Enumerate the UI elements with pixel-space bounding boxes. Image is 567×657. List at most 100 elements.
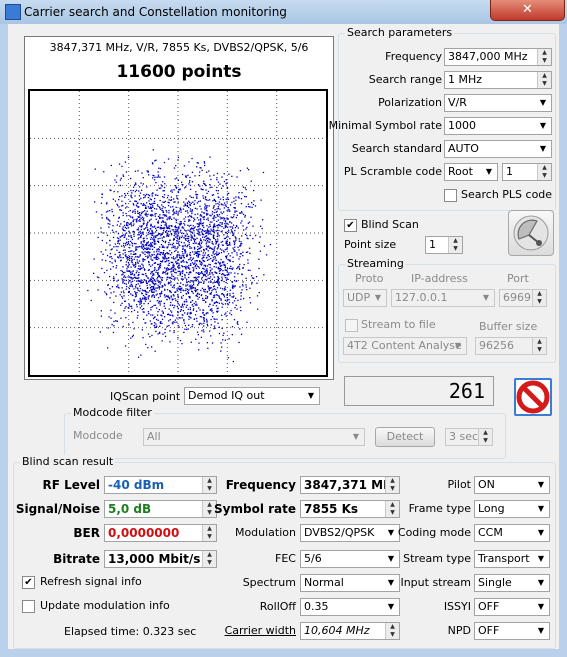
spectrum-value: Normal [304, 576, 344, 589]
spin-arrows-icon[interactable]: ▲ ▼ [532, 338, 546, 354]
rolloff-value: 0.35 [304, 600, 329, 613]
spin-arrows-icon[interactable]: ▲ ▼ [537, 49, 551, 65]
spin-arrows-icon[interactable]: ▲ ▼ [537, 164, 551, 180]
polarization-select[interactable]: V/R ▼ [444, 94, 552, 112]
spin-arrows-icon[interactable]: ▲ ▼ [532, 290, 546, 306]
chevron-down-icon: ▼ [537, 504, 545, 513]
modcode-value: All [147, 430, 161, 443]
rolloff-select[interactable]: 0.35 ▼ [300, 598, 400, 616]
modcode-filter-group: Modcode filter Modcode All ▼ Detect 3 sec… [64, 406, 506, 459]
spin-arrows-icon[interactable]: ▲ ▼ [537, 72, 551, 88]
bitrate-label: Bitrate [53, 552, 100, 566]
rf-level-label: RF Level [42, 478, 100, 492]
blind-scan-result-title: Blind scan result [20, 455, 116, 468]
search-pls-checkbox[interactable] [444, 189, 457, 202]
spectrum-select[interactable]: Normal ▼ [300, 574, 400, 592]
pilot-select[interactable]: ON ▼ [474, 476, 550, 494]
min-symbol-rate-select[interactable]: 1000 ▼ [444, 117, 552, 135]
frame-type-select[interactable]: Long ▼ [474, 500, 550, 518]
coding-mode-select[interactable]: CCM ▼ [474, 524, 550, 542]
chevron-down-icon: ▼ [537, 554, 545, 563]
proto-label: Proto [355, 272, 384, 285]
stream-to-file-checkbox[interactable] [345, 319, 358, 332]
ber-field: 0,0000000 ▲ ▼ [104, 524, 217, 542]
chevron-down-icon: ▼ [537, 602, 545, 611]
spin-arrows-icon[interactable]: ▲ ▼ [448, 237, 462, 253]
issyi-select[interactable]: OFF ▼ [474, 598, 550, 616]
no-entry-icon [516, 380, 550, 414]
rf-level-value: -40 dBm [108, 478, 165, 492]
modulation-select[interactable]: DVBS2/QPSK ▼ [300, 524, 400, 542]
spin-arrows-icon[interactable]: ▲ ▼ [202, 525, 216, 541]
point-size-stepper[interactable]: 1 ▲ ▼ [425, 236, 463, 254]
spin-arrows-icon[interactable]: ▲ ▼ [202, 551, 216, 567]
search-range-input[interactable]: 1 MHz ▲ ▼ [444, 71, 552, 89]
close-button[interactable]: ✕ [490, 0, 565, 21]
port-stepper[interactable]: 6969 ▲ ▼ [499, 289, 547, 307]
stream-to-file-label: Stream to file [361, 318, 436, 331]
frequency-input[interactable]: 3847,000 MHz ▲ ▼ [444, 48, 552, 66]
pl-scramble-code-input[interactable]: 1 ▲ ▼ [502, 163, 552, 181]
update-modulation-checkbox[interactable] [22, 600, 35, 613]
bitrate-value: 13,000 Mbit/s [108, 552, 201, 566]
blind-scan-result-group: Blind scan result RF Level -40 dBm ▲ ▼ Sig… [13, 455, 556, 649]
chevron-down-icon: ▼ [387, 602, 395, 611]
constellation-plot [28, 89, 328, 377]
carrier-width-label[interactable]: Carrier width [225, 624, 296, 637]
buffer-size-stepper[interactable]: 96256 ▲ ▼ [475, 337, 547, 355]
spin-arrows-icon[interactable]: ▲ ▼ [385, 501, 399, 517]
npd-select[interactable]: OFF ▼ [474, 622, 550, 640]
npd-label: NPD [447, 624, 471, 637]
stop-scan-button[interactable] [514, 378, 552, 416]
chevron-down-icon: ▼ [539, 144, 547, 153]
spin-arrows-icon[interactable]: ▲ ▼ [202, 477, 216, 493]
refresh-signal-checkbox[interactable]: ✔ [22, 576, 35, 589]
stream-type-select[interactable]: Transport ▼ [474, 550, 550, 568]
bitrate-field: 13,000 Mbit/s ▲ ▼ [104, 550, 217, 568]
polarization-label: Polarization [378, 96, 442, 109]
search-standard-select[interactable]: AUTO ▼ [444, 140, 552, 158]
pl-scramble-type-select[interactable]: Root ▼ [444, 163, 498, 181]
search-standard-label: Search standard [351, 142, 442, 155]
iqscan-select[interactable]: Demod IQ out ▼ [184, 387, 320, 405]
input-stream-value: Single [478, 576, 512, 589]
ber-label: BER [73, 526, 100, 540]
ip-address-label: IP-address [411, 272, 468, 285]
spin-arrows-icon[interactable]: ▲ ▼ [385, 477, 399, 493]
fec-select[interactable]: 5/6 ▼ [300, 550, 400, 568]
detect-button[interactable]: Detect [375, 427, 435, 447]
satellite-dish-button[interactable] [508, 210, 554, 256]
spin-arrows-icon[interactable]: ▲ ▼ [385, 623, 399, 639]
coding-mode-value: CCM [478, 526, 503, 539]
carrier-width-value: 10,604 MHz [304, 624, 370, 637]
proto-select[interactable]: UDP ▼ [343, 289, 387, 307]
stream-type-value: Transport [478, 552, 530, 565]
modcode-filter-title: Modcode filter [71, 406, 154, 419]
pl-scramble-code-value: 1 [506, 165, 513, 178]
result-frequency-field: 3847,371 MHz ▲ ▼ [300, 476, 400, 494]
window-title: Carrier search and Constellation monitor… [24, 5, 287, 19]
chevron-down-icon: ▼ [537, 480, 545, 489]
elapsed-time: Elapsed time: 0.323 sec [64, 625, 197, 638]
file-type-select[interactable]: 4T2 Content Analyse ▼ [343, 337, 467, 355]
modcode-select[interactable]: All ▼ [143, 428, 365, 446]
rolloff-label: RollOff [259, 600, 296, 613]
interval-stepper[interactable]: 3 sec ▲ ▼ [445, 428, 493, 446]
app-icon [5, 4, 21, 20]
chevron-down-icon: ▼ [539, 121, 547, 130]
point-size-label: Point size [344, 238, 397, 251]
ip-address-select[interactable]: 127.0.0.1 ▼ [391, 289, 495, 307]
polarization-value: V/R [448, 96, 467, 109]
port-value: 6969 [503, 291, 531, 304]
signal-noise-label: Signal/Noise [15, 502, 100, 516]
search-parameters-group: Search parameters Frequency 3847,000 MHz… [329, 26, 556, 211]
blind-scan-checkbox[interactable]: ✔ [344, 219, 357, 232]
fec-label: FEC [275, 552, 296, 565]
title-bar[interactable]: Carrier search and Constellation monitor… [0, 0, 567, 24]
input-stream-select[interactable]: Single ▼ [474, 574, 550, 592]
frequency-value: 3847,000 MHz [448, 50, 528, 63]
spin-arrows-icon[interactable]: ▲ ▼ [478, 429, 492, 445]
streaming-title: Streaming [345, 257, 406, 270]
carrier-info-line: 3847,371 MHz, V/R, 7855 Ks, DVBS2/QPSK, … [49, 41, 309, 54]
app-window: Carrier search and Constellation monitor… [0, 0, 567, 657]
